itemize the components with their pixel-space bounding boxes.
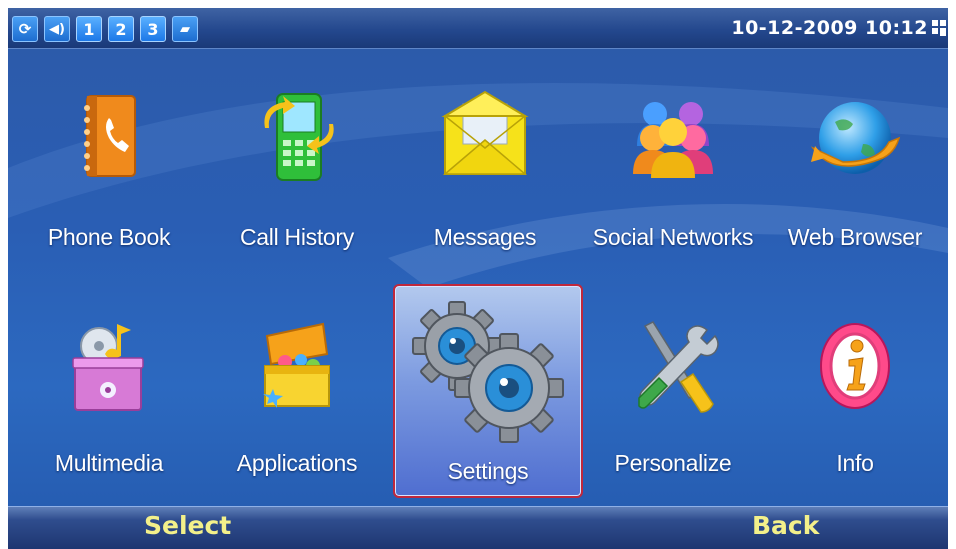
profile-3-icon: 3	[140, 16, 166, 42]
profile-2-icon: 2	[108, 16, 134, 42]
phone-book-icon	[84, 95, 136, 177]
call-history-icon	[264, 93, 334, 181]
status-bar: ⟳ ◀) 1 2 3 ▰ 10-12-2009 10:12	[8, 8, 948, 49]
signal-icon	[932, 20, 946, 36]
menu-item-web-browser[interactable]: Web Browser	[762, 48, 948, 268]
personalize-icon	[638, 321, 719, 413]
menu-item-label: Info	[836, 450, 874, 476]
sim-card-icon: ▰	[172, 16, 198, 42]
menu-item-settings[interactable]: Settings	[393, 284, 583, 498]
menu-item-label: Settings	[447, 458, 529, 484]
menu-item-label: Social Networks	[592, 224, 754, 250]
select-softkey[interactable]: Select	[144, 511, 231, 540]
menu-item-social-networks[interactable]: Social Networks	[580, 48, 766, 268]
profile-1-icon: 1	[76, 16, 102, 42]
menu-item-label: Messages	[433, 224, 537, 250]
menu-item-label: Phone Book	[47, 224, 171, 250]
sync-icon: ⟳	[12, 16, 38, 42]
status-datetime: 10-12-2009 10:12	[731, 17, 928, 39]
phone-screen: ⟳ ◀) 1 2 3 ▰ 10-12-2009 10:12 Phone Book…	[8, 8, 948, 549]
menu-item-label: Call History	[240, 224, 354, 250]
menu-item-phone-book[interactable]: Phone Book	[16, 48, 202, 268]
menu-item-label: Applications	[236, 450, 358, 476]
menu-item-applications[interactable]: Applications	[204, 276, 390, 496]
menu-item-label: Multimedia	[54, 450, 164, 476]
multimedia-icon	[72, 324, 144, 411]
social-networks-icon	[633, 102, 713, 178]
info-icon	[820, 323, 890, 409]
settings-icon	[412, 301, 564, 443]
menu-item-label: Web Browser	[787, 224, 923, 250]
menu-item-multimedia[interactable]: Multimedia	[16, 276, 202, 496]
web-browser-icon	[810, 102, 901, 174]
main-menu-grid: Phone Book Call History Messages Social …	[8, 48, 948, 506]
menu-item-label: Personalize	[614, 450, 732, 476]
menu-item-personalize[interactable]: Personalize	[580, 276, 766, 496]
menu-item-messages[interactable]: Messages	[392, 48, 578, 268]
applications-icon	[263, 322, 330, 408]
sound-icon: ◀)	[44, 16, 70, 42]
messages-icon	[441, 90, 529, 175]
back-softkey[interactable]: Back	[752, 511, 819, 540]
softkey-bar: Select Back	[8, 506, 948, 549]
menu-item-call-history[interactable]: Call History	[204, 48, 390, 268]
menu-item-info[interactable]: Info	[762, 276, 948, 496]
status-icons: ⟳ ◀) 1 2 3 ▰	[12, 16, 198, 42]
